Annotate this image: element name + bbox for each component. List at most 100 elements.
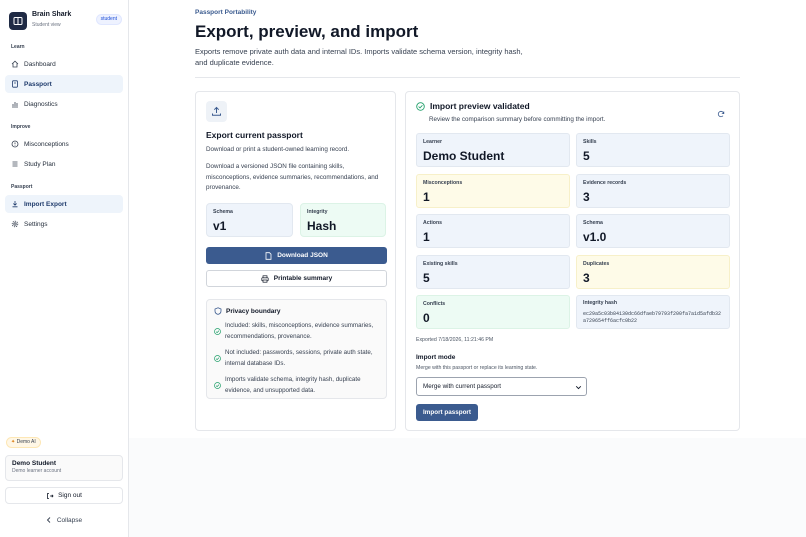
export-title: Export current passport: [206, 130, 303, 140]
sidebar-item-study-plan[interactable]: Study Plan: [5, 155, 123, 173]
user-subtitle: Demo learner account: [12, 468, 62, 474]
privacy-item: Imports validate schema, integrity hash,…: [214, 375, 379, 396]
page-title: Export, preview, and import: [195, 22, 419, 41]
nav-section-title: Learn: [11, 44, 25, 50]
import-card: Import preview validated Review the comp…: [405, 91, 740, 431]
tile-label: Schema: [583, 220, 603, 226]
existing-skills-tile: Existing skills 5: [416, 255, 570, 289]
tile-value: v1.0: [583, 230, 607, 244]
printable-summary-button[interactable]: Printable summary: [206, 270, 387, 287]
sidebar-item-label: Study Plan: [24, 160, 56, 168]
sidebar-item-import-export[interactable]: Import Export: [5, 195, 123, 213]
page-description: Exports remove private auth data and int…: [195, 47, 523, 67]
duplicates-tile: Duplicates 3: [576, 255, 730, 289]
chart-icon: [11, 100, 19, 108]
privacy-item-text: Included: skills, misconceptions, eviden…: [225, 322, 374, 340]
page-eyebrow: Passport Portability: [195, 9, 257, 16]
stat-label: Integrity: [307, 209, 328, 215]
learner-tile: Learner Demo Student: [416, 133, 570, 167]
nav-section-title: Passport: [11, 184, 33, 190]
misconceptions-tile: Misconceptions 1: [416, 174, 570, 208]
sidebar-item-label: Misconceptions: [24, 140, 69, 148]
import-title: Import preview validated: [430, 101, 530, 111]
download-json-label: Download JSON: [277, 252, 328, 259]
tile-label: Conflicts: [423, 301, 446, 307]
collapse-label: Collapse: [56, 516, 83, 524]
schema-stat: Schema v1: [206, 203, 293, 237]
tile-label: Evidence records: [583, 180, 627, 186]
stat-value: v1: [213, 219, 227, 233]
brand-name: Brain Shark: [32, 11, 72, 18]
privacy-item: Not included: passwords, sessions, priva…: [214, 348, 379, 369]
tile-value: Demo Student: [423, 149, 505, 163]
tile-value: 3: [583, 190, 590, 204]
import-mode-select[interactable]: Merge with current passport: [416, 377, 587, 396]
schema-tile: Schema v1.0: [576, 214, 730, 248]
upload-icon: [206, 101, 227, 122]
collapse-button[interactable]: Collapse: [5, 513, 123, 527]
sign-out-label: Sign out: [58, 492, 82, 499]
page-background: [129, 438, 806, 537]
page-header: Passport Portability Export, preview, an…: [195, 9, 537, 68]
alert-circle-icon: [11, 140, 19, 148]
sidebar-item-label: Diagnostics: [24, 100, 58, 108]
tile-label: Existing skills: [423, 261, 458, 267]
import-mode-help: Merge with this passport or replace its …: [416, 365, 538, 371]
tile-label: Integrity hash: [583, 300, 618, 306]
demo-ai-badge: ✦ Demo AI: [6, 437, 41, 448]
passport-icon: [11, 80, 19, 88]
integrity-hash-tile: Integrity hash ec29a5c03b84130dc66dfaeb7…: [576, 295, 730, 329]
tile-label: Misconceptions: [423, 180, 463, 186]
sidebar-item-diagnostics[interactable]: Diagnostics: [5, 95, 123, 113]
book-icon: [9, 12, 27, 30]
tile-value: 1: [423, 190, 430, 204]
tile-value: 1: [423, 230, 430, 244]
import-mode-value: Merge with current passport: [423, 383, 502, 390]
privacy-item-text: Imports validate schema, integrity hash,…: [225, 376, 361, 394]
main-content: Passport Portability Export, preview, an…: [129, 0, 806, 537]
sidebar: Brain Shark Student view student Learn D…: [0, 0, 129, 537]
sidebar-item-dashboard[interactable]: Dashboard: [5, 55, 123, 73]
actions-tile: Actions 1: [416, 214, 570, 248]
chevron-down-icon: [575, 384, 582, 393]
nav-section-title: Improve: [11, 124, 31, 130]
gear-icon: [11, 220, 19, 228]
import-passport-button[interactable]: Import passport: [416, 404, 478, 421]
user-card: Demo Student Demo learner account: [5, 455, 123, 481]
export-text: Download or print a student-owned learni…: [206, 146, 350, 153]
check-circle-icon: [214, 375, 222, 396]
sign-out-button[interactable]: Sign out: [5, 487, 123, 504]
privacy-item-text: Not included: passwords, sessions, priva…: [225, 349, 373, 367]
download-icon: [11, 200, 19, 208]
conflicts-tile: Conflicts 0: [416, 295, 570, 329]
exported-timestamp: Exported 7/18/2026, 11:21:46 PM: [416, 337, 494, 343]
refresh-icon[interactable]: [717, 105, 725, 123]
sidebar-item-misconceptions[interactable]: Misconceptions: [5, 135, 123, 153]
integrity-hash-value: ec29a5c03b84130dc66dfaeb79793f200fa7a1d5…: [583, 311, 722, 324]
privacy-title: Privacy boundary: [226, 307, 281, 315]
home-icon: [11, 60, 19, 68]
printable-summary-label: Printable summary: [273, 275, 333, 282]
sidebar-item-settings[interactable]: Settings: [5, 215, 123, 233]
stat-value: Hash: [307, 219, 337, 233]
privacy-boundary: Privacy boundary Included: skills, misco…: [206, 299, 387, 399]
evidence-records-tile: Evidence records 3: [576, 174, 730, 208]
printer-icon: [261, 274, 269, 283]
divider: [195, 77, 740, 78]
import-subtitle: Review the comparison summary before com…: [429, 116, 606, 123]
logout-icon: [46, 492, 54, 500]
download-json-button[interactable]: Download JSON: [206, 247, 387, 264]
import-passport-label: Import passport: [423, 409, 471, 416]
check-circle-icon: [214, 348, 222, 369]
brand-subtitle: Student view: [32, 22, 61, 28]
demo-ai-label: Demo AI: [16, 439, 36, 445]
user-name: Demo Student: [12, 460, 57, 467]
tile-value: 5: [423, 271, 430, 285]
shield-icon: [214, 307, 222, 315]
sidebar-item-passport[interactable]: Passport: [5, 75, 123, 93]
tile-label: Actions: [423, 220, 443, 226]
export-card: Export current passport Download or prin…: [195, 91, 396, 431]
tile-value: 5: [583, 149, 590, 163]
import-mode-label: Import mode: [416, 354, 456, 361]
brand: Brain Shark Student view student: [0, 0, 128, 34]
